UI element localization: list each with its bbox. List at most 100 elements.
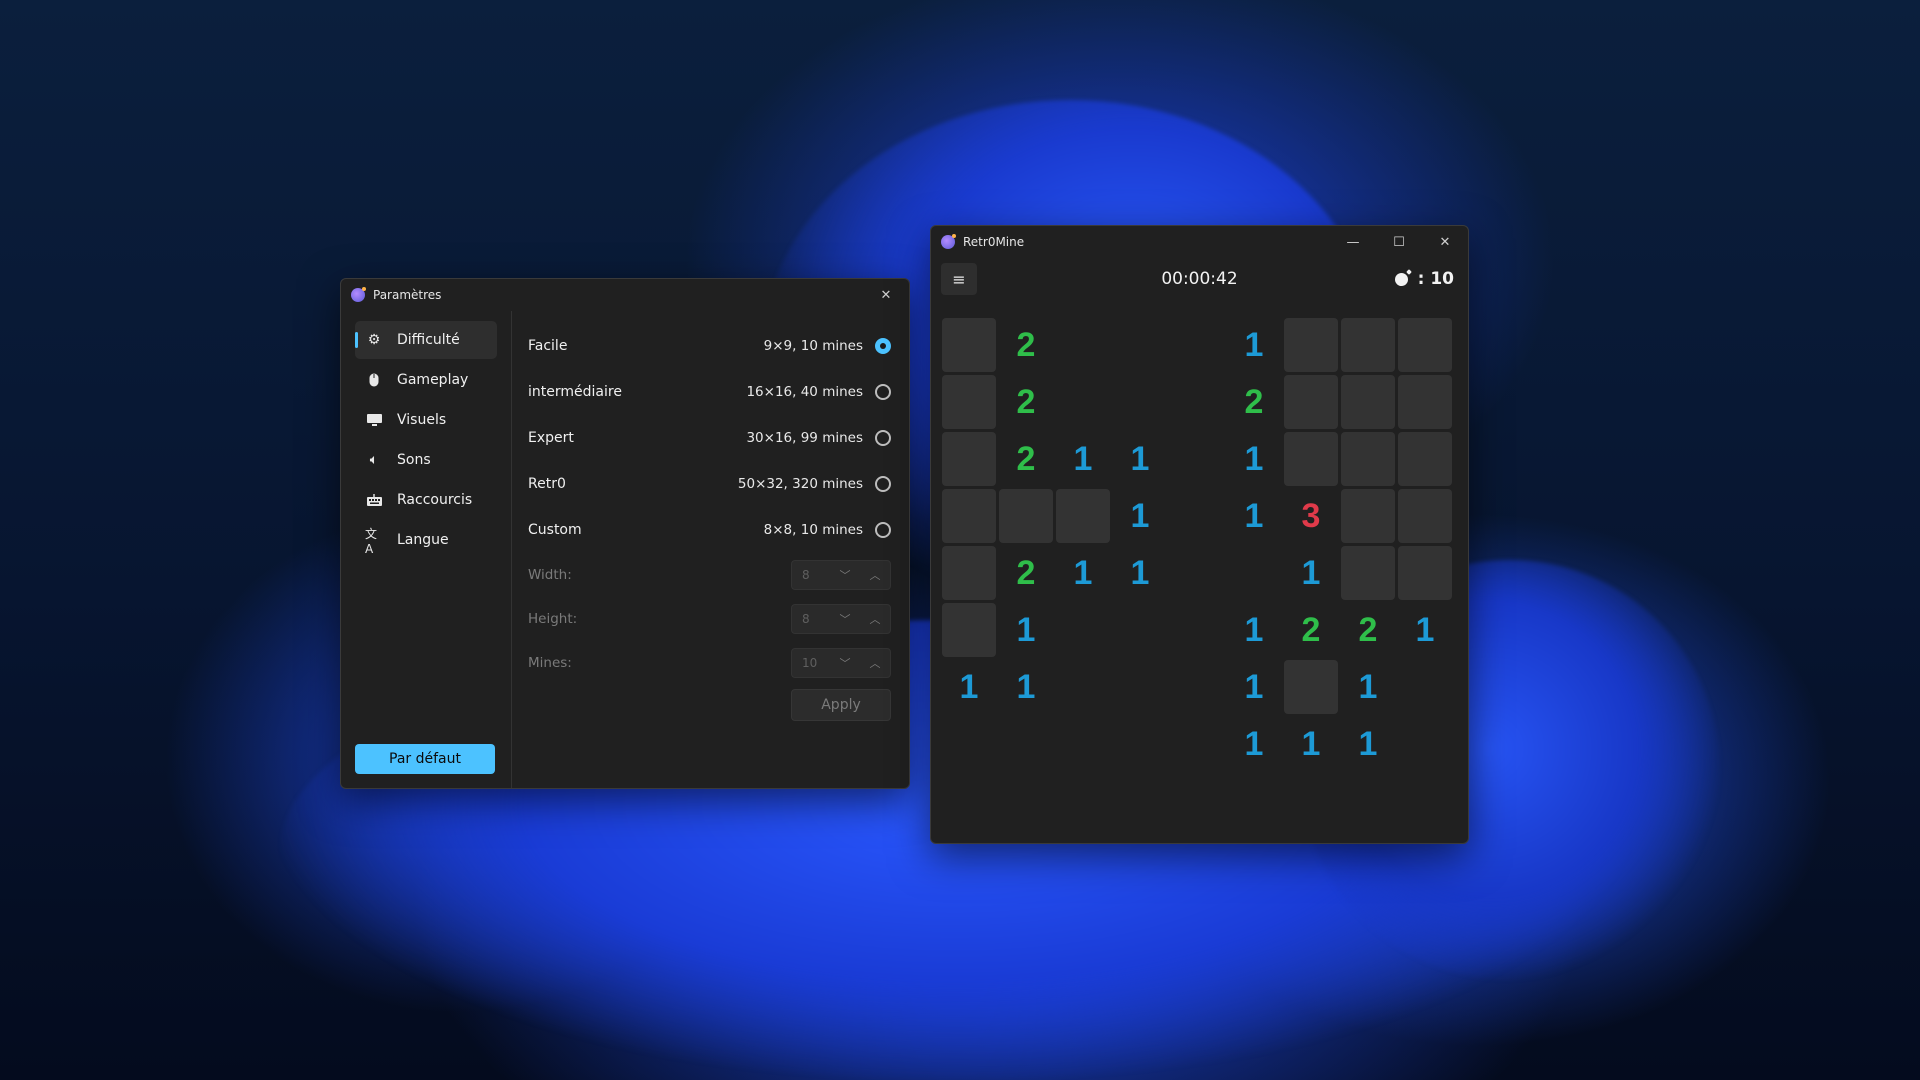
number-cell[interactable]: 2	[999, 375, 1053, 429]
number-cell[interactable]: 3	[1284, 489, 1338, 543]
empty-cell[interactable]	[1056, 717, 1110, 771]
chevron-down-icon[interactable]: ﹀	[830, 655, 860, 671]
number-cell[interactable]: 1	[1227, 660, 1281, 714]
closed-cell[interactable]	[1284, 375, 1338, 429]
radio-expert[interactable]	[875, 430, 891, 446]
difficulty-option-intermediaire[interactable]: intermédiaire 16×16, 40 mines	[528, 369, 891, 415]
sidebar-item-langue[interactable]: 文A Langue	[355, 521, 497, 559]
radio-facile[interactable]	[875, 338, 891, 354]
number-cell[interactable]: 1	[1056, 432, 1110, 486]
empty-cell[interactable]	[1170, 717, 1224, 771]
menu-button[interactable]: ≡	[941, 263, 977, 295]
chevron-up-icon[interactable]: ︿	[860, 567, 890, 583]
minimize-button[interactable]: —	[1330, 226, 1376, 258]
closed-cell[interactable]	[942, 603, 996, 657]
empty-cell[interactable]	[1113, 375, 1167, 429]
game-titlebar[interactable]: Retr0Mine — ☐ ✕	[931, 226, 1468, 258]
settings-titlebar[interactable]: Paramètres ✕	[341, 279, 909, 311]
chevron-up-icon[interactable]: ︿	[860, 655, 890, 671]
closed-cell[interactable]	[1284, 660, 1338, 714]
closed-cell[interactable]	[999, 489, 1053, 543]
difficulty-option-facile[interactable]: Facile 9×9, 10 mines	[528, 323, 891, 369]
sidebar-item-visuels[interactable]: Visuels	[355, 401, 497, 439]
number-cell[interactable]: 1	[999, 603, 1053, 657]
number-cell[interactable]: 1	[1284, 717, 1338, 771]
apply-button[interactable]: Apply	[791, 689, 891, 721]
closed-cell[interactable]	[1284, 432, 1338, 486]
empty-cell[interactable]	[942, 717, 996, 771]
closed-cell[interactable]	[942, 432, 996, 486]
number-cell[interactable]: 2	[1341, 603, 1395, 657]
chevron-down-icon[interactable]: ﹀	[830, 611, 860, 627]
difficulty-option-retr0[interactable]: Retr0 50×32, 320 mines	[528, 461, 891, 507]
number-cell[interactable]: 2	[999, 546, 1053, 600]
number-cell[interactable]: 2	[1284, 603, 1338, 657]
empty-cell[interactable]	[1056, 375, 1110, 429]
number-cell[interactable]: 1	[1227, 318, 1281, 372]
closed-cell[interactable]	[1341, 432, 1395, 486]
closed-cell[interactable]	[1056, 489, 1110, 543]
closed-cell[interactable]	[1284, 318, 1338, 372]
closed-cell[interactable]	[1398, 489, 1452, 543]
closed-cell[interactable]	[1341, 546, 1395, 600]
number-cell[interactable]: 1	[1227, 489, 1281, 543]
default-button[interactable]: Par défaut	[355, 744, 495, 774]
empty-cell[interactable]	[1113, 717, 1167, 771]
radio-retr0[interactable]	[875, 476, 891, 492]
closed-cell[interactable]	[1398, 546, 1452, 600]
empty-cell[interactable]	[1113, 318, 1167, 372]
number-cell[interactable]: 1	[1341, 717, 1395, 771]
closed-cell[interactable]	[1341, 375, 1395, 429]
empty-cell[interactable]	[1113, 660, 1167, 714]
number-cell[interactable]: 1	[1398, 603, 1452, 657]
closed-cell[interactable]	[1398, 318, 1452, 372]
number-cell[interactable]: 1	[1227, 603, 1281, 657]
number-cell[interactable]: 1	[1227, 432, 1281, 486]
empty-cell[interactable]	[1227, 546, 1281, 600]
number-cell[interactable]: 1	[1056, 546, 1110, 600]
number-cell[interactable]: 1	[1341, 660, 1395, 714]
empty-cell[interactable]	[1056, 603, 1110, 657]
number-cell[interactable]: 1	[1113, 489, 1167, 543]
height-spinbox[interactable]: 8 ﹀ ︿	[791, 604, 891, 634]
sidebar-item-raccourcis[interactable]: Raccourcis	[355, 481, 497, 519]
chevron-down-icon[interactable]: ﹀	[830, 567, 860, 583]
empty-cell[interactable]	[1398, 660, 1452, 714]
empty-cell[interactable]	[1056, 318, 1110, 372]
number-cell[interactable]: 2	[1227, 375, 1281, 429]
closed-cell[interactable]	[1398, 432, 1452, 486]
number-cell[interactable]: 1	[1113, 546, 1167, 600]
closed-cell[interactable]	[942, 375, 996, 429]
sidebar-item-sons[interactable]: 🔈︎ Sons	[355, 441, 497, 479]
chevron-up-icon[interactable]: ︿	[860, 611, 890, 627]
difficulty-option-expert[interactable]: Expert 30×16, 99 mines	[528, 415, 891, 461]
number-cell[interactable]: 2	[999, 318, 1053, 372]
difficulty-option-custom[interactable]: Custom 8×8, 10 mines	[528, 507, 891, 553]
radio-custom[interactable]	[875, 522, 891, 538]
width-spinbox[interactable]: 8 ﹀ ︿	[791, 560, 891, 590]
closed-cell[interactable]	[942, 489, 996, 543]
number-cell[interactable]: 1	[1113, 432, 1167, 486]
empty-cell[interactable]	[1170, 432, 1224, 486]
closed-cell[interactable]	[1341, 318, 1395, 372]
close-button[interactable]: ✕	[1422, 226, 1468, 258]
closed-cell[interactable]	[1398, 375, 1452, 429]
empty-cell[interactable]	[999, 717, 1053, 771]
closed-cell[interactable]	[942, 546, 996, 600]
empty-cell[interactable]	[1170, 375, 1224, 429]
radio-intermediaire[interactable]	[875, 384, 891, 400]
number-cell[interactable]: 1	[999, 660, 1053, 714]
sidebar-item-gameplay[interactable]: Gameplay	[355, 361, 497, 399]
empty-cell[interactable]	[1170, 489, 1224, 543]
empty-cell[interactable]	[1170, 318, 1224, 372]
empty-cell[interactable]	[1398, 717, 1452, 771]
number-cell[interactable]: 2	[999, 432, 1053, 486]
closed-cell[interactable]	[942, 318, 996, 372]
number-cell[interactable]: 1	[1227, 717, 1281, 771]
empty-cell[interactable]	[1056, 660, 1110, 714]
empty-cell[interactable]	[1170, 546, 1224, 600]
empty-cell[interactable]	[1170, 660, 1224, 714]
mines-spinbox[interactable]: 10 ﹀ ︿	[791, 648, 891, 678]
number-cell[interactable]: 1	[1284, 546, 1338, 600]
close-button[interactable]: ✕	[863, 279, 909, 311]
